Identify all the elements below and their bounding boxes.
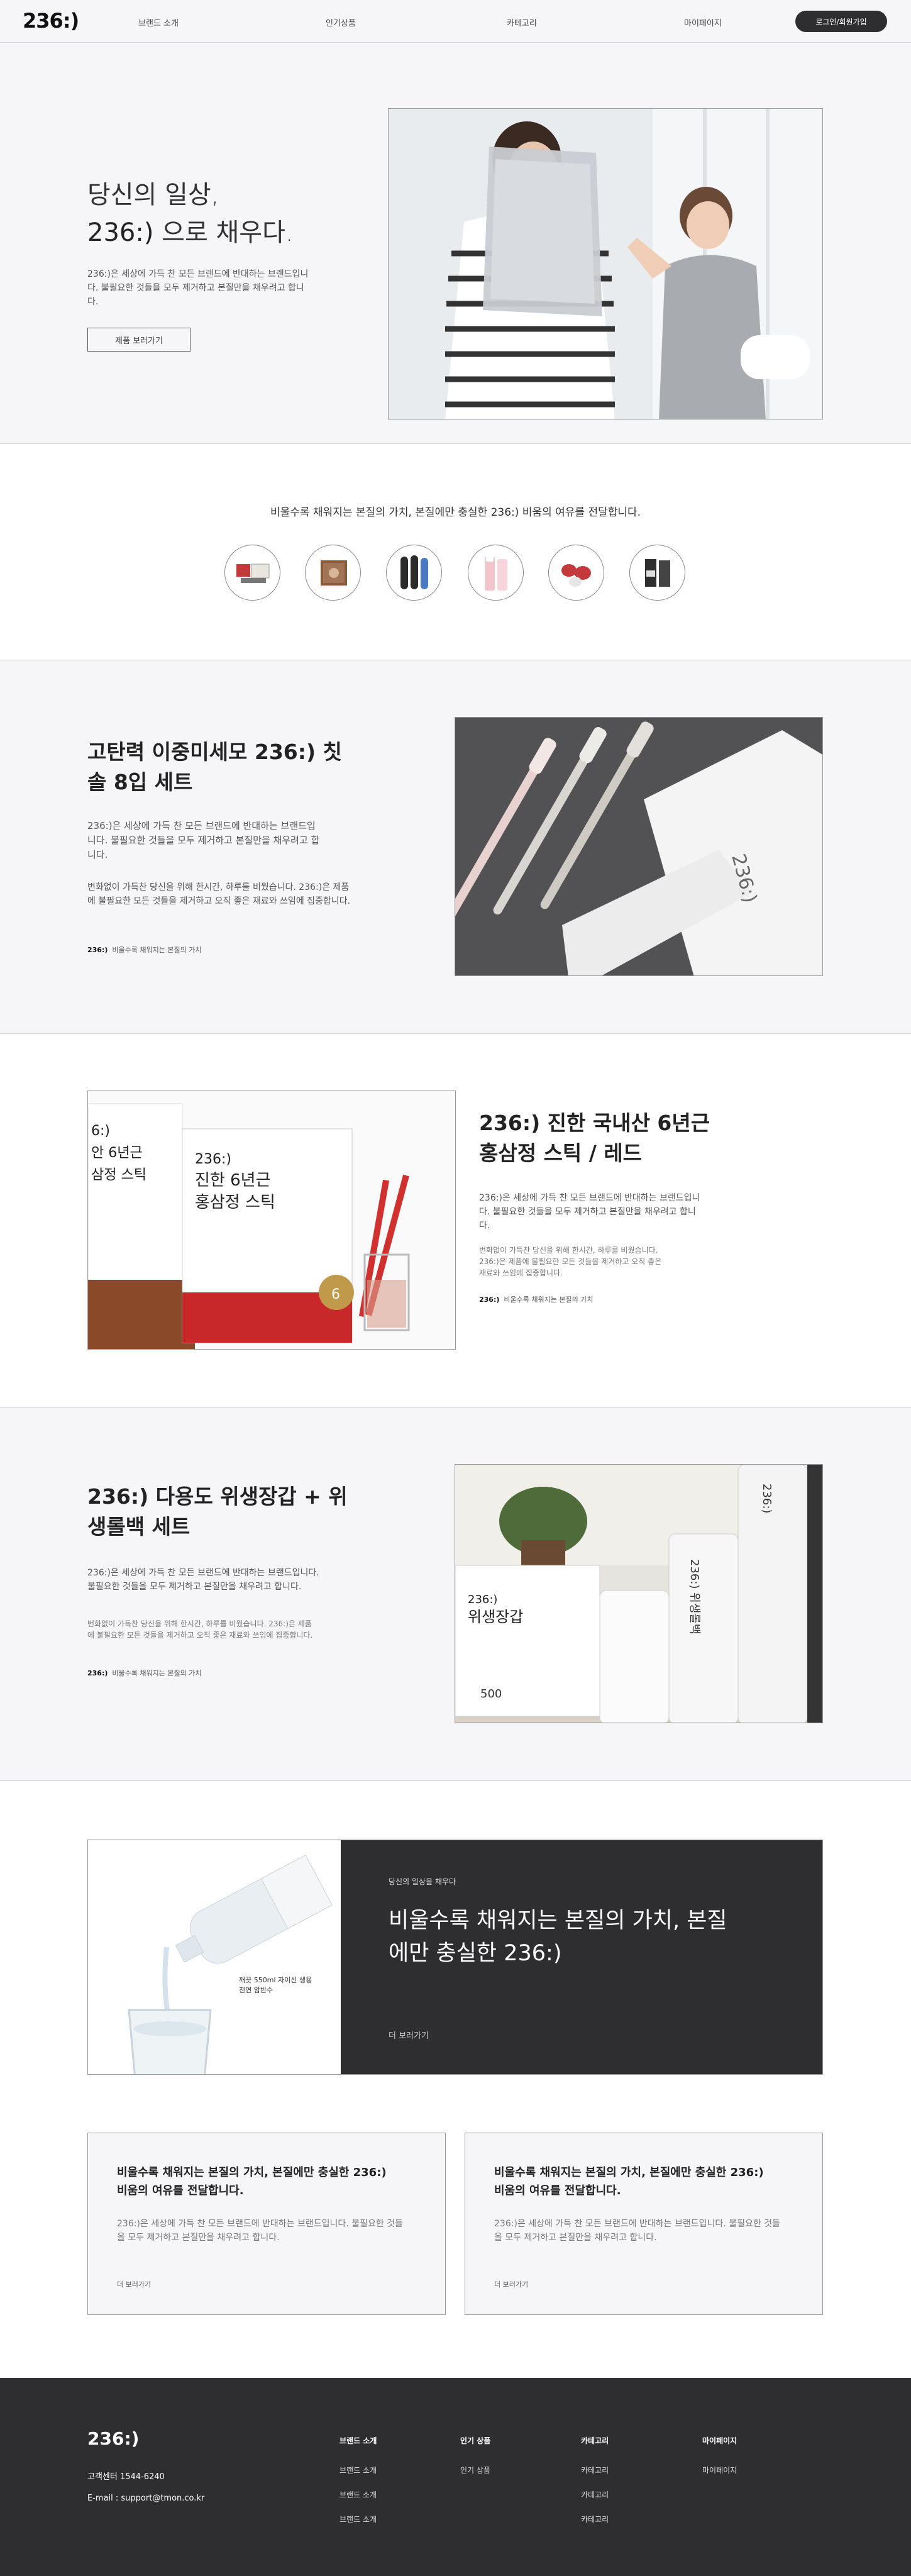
product-description-secondary: 번화없이 가득찬 당신을 위해 한시간, 하루를 비웠습니다. 236:)은 제… <box>479 1246 662 1277</box>
svg-text:진한 6년근: 진한 6년근 <box>195 1171 271 1190</box>
svg-text:236:): 236:) <box>195 1152 231 1167</box>
card-more-link[interactable]: 더 보러가기 <box>117 2279 151 2289</box>
svg-text:500: 500 <box>480 1687 502 1701</box>
category-item-gift-set[interactable] <box>224 545 280 601</box>
card-description: 236:)은 세상에 가득 찬 모든 브랜드에 반대하는 브랜드입니다. 불필요… <box>117 2219 403 2243</box>
svg-text:236:): 236:) <box>760 1484 773 1513</box>
product-section-toothbrush: 고탄력 이중미세모 236:) 칫솔 8입 세트 236:)은 세상에 가득 찬… <box>0 660 911 1034</box>
product-section-gloves: 236:) 다용도 위생장갑 + 위생롤백 세트 236:)은 세상에 가득 찬… <box>0 1407 911 1781</box>
hero-title-brand: 236:) <box>87 218 154 247</box>
info-card: 비울수록 채워지는 본질의 가치, 본질에만 충실한 236:) 비움의 여유를… <box>87 2133 446 2315</box>
svg-text:6:): 6:) <box>91 1123 110 1139</box>
banner-text-panel: 당신의 일상을 채우다 비울수록 채워지는 본질의 가치, 본질에만 충실한 2… <box>341 1840 822 2074</box>
tagline-text: 비울수록 채워지는 본질의 가치 <box>112 1669 202 1677</box>
product-tagline: 236:) 비울수록 채워지는 본질의 가치 <box>479 1294 593 1304</box>
card-description: 236:)은 세상에 가득 찬 모든 브랜드에 반대하는 브랜드입니다. 불필요… <box>494 2219 780 2243</box>
hero-title-line1: 당신의 일상, <box>87 180 219 209</box>
product-description-secondary: 번화없이 가득찬 당신을 위해 한시간, 하루를 비웠습니다. 236:)은 제… <box>87 1619 313 1640</box>
site-footer: 236:) 고객센터 1544-6240 E-mail : support@tm… <box>0 2378 911 2576</box>
info-card: 비울수록 채워지는 본질의 가치, 본질에만 충실한 236:) 비움의 여유를… <box>465 2133 823 2315</box>
footer-link[interactable]: 브랜드 소개 <box>340 2489 377 2514</box>
promo-section: 깨끗 550ml 자이신 생용 천연 암반수 당신의 일상을 채우다 비울수록 … <box>0 1781 911 2378</box>
product-image-red-ginseng[interactable]: 6:) 안 6년근 삼정 스틱 236:) 진한 6년근 홍삼정 스틱 6 <box>87 1091 456 1350</box>
category-intro-text: 비울수록 채워지는 본질의 가치, 본질에만 충실한 236:) 비움의 여유를… <box>270 506 641 519</box>
hero-title-rest: 으로 채우다. <box>153 218 294 247</box>
footer-column-heading: 인기 상품 <box>460 2436 491 2445</box>
category-item-tube[interactable] <box>468 545 524 601</box>
product-image-gloves[interactable]: 236:) 위생장갑 500 236:) 위생롤백 236:) <box>455 1464 823 1723</box>
category-item-bottles[interactable] <box>629 545 685 601</box>
tagline-text: 비울수록 채워지는 본질의 가치 <box>112 946 202 954</box>
footer-column-heading: 카테고리 <box>581 2436 609 2445</box>
tagline-brand: 236:) <box>87 946 108 954</box>
view-products-button[interactable]: 제품 보러가기 <box>87 328 190 352</box>
category-item-pads[interactable] <box>548 545 604 601</box>
category-item-box[interactable] <box>305 545 361 601</box>
product-description: 236:)은 세상에 가득 찬 모든 브랜드에 반대하는 브랜드입니다. 불필요… <box>87 1568 319 1592</box>
footer-link[interactable]: 마이페이지 <box>702 2465 737 2489</box>
category-item-gloves[interactable] <box>386 545 442 601</box>
product-description: 236:)은 세상에 가득 찬 모든 브랜드에 반대하는 브랜드입니다. 불필요… <box>479 1193 700 1231</box>
bottle-caption: 깨끗 550ml 자이신 생용 천연 암반수 <box>239 1976 312 1994</box>
svg-text:236:): 236:) <box>468 1593 497 1606</box>
footer-link[interactable]: 카테고리 <box>581 2465 609 2489</box>
promo-banner: 깨끗 550ml 자이신 생용 천연 암반수 당신의 일상을 채우다 비울수록 … <box>87 1840 823 2075</box>
footer-column-mypage: 마이페이지 마이페이지 <box>702 2435 737 2489</box>
card-title: 비울수록 채워지는 본질의 가치, 본질에만 충실한 236:) 비움의 여유를… <box>494 2166 764 2197</box>
hero-image <box>388 108 823 419</box>
product-tagline: 236:) 비울수록 채워지는 본질의 가치 <box>87 1668 201 1678</box>
footer-customer-center: 고객센터 1544-6240 <box>87 2472 165 2482</box>
footer-logo[interactable]: 236:) <box>87 2428 139 2449</box>
hero-title: 당신의 일상, 236:) 으로 채우다. <box>87 176 294 252</box>
tagline-brand: 236:) <box>87 1669 108 1677</box>
nav-category[interactable]: 카테고리 <box>507 16 537 28</box>
footer-column-heading: 마이페이지 <box>702 2436 737 2445</box>
svg-text:6: 6 <box>331 1287 340 1302</box>
svg-text:홍삼정 스틱: 홍삼정 스틱 <box>195 1193 275 1212</box>
hero-description: 236:)은 세상에 가득 찬 모든 브랜드에 반대하는 브랜드입니다. 불필요… <box>87 269 309 307</box>
product-tagline: 236:) 비울수록 채워지는 본질의 가치 <box>87 945 201 955</box>
footer-column-category: 카테고리 카테고리 카테고리 카테고리 <box>581 2435 609 2538</box>
site-header: 236:) 브랜드 소개 인기상품 카테고리 마이페이지 로그인/회원가입 <box>0 0 911 43</box>
product-image-toothbrush[interactable]: 236:) <box>455 717 823 976</box>
svg-text:안 6년근: 안 6년근 <box>91 1145 143 1161</box>
logo[interactable]: 236:) <box>23 9 79 33</box>
nav-mypage[interactable]: 마이페이지 <box>684 16 722 28</box>
footer-link[interactable]: 인기 상품 <box>460 2465 490 2489</box>
footer-link[interactable]: 브랜드 소개 <box>340 2465 377 2489</box>
banner-title: 비울수록 채워지는 본질의 가치, 본질에만 충실한 236:) <box>389 1908 727 1966</box>
product-title: 236:) 다용도 위생장갑 + 위생롤백 세트 <box>87 1484 348 1539</box>
tagline-text: 비울수록 채워지는 본질의 가치 <box>504 1296 594 1304</box>
footer-email: E-mail : support@tmon.co.kr <box>87 2494 205 2503</box>
banner-more-link[interactable]: 더 보러가기 <box>389 2029 429 2041</box>
footer-column-heading: 브랜드 소개 <box>340 2436 377 2445</box>
banner-image-water: 깨끗 550ml 자이신 생용 천연 암반수 <box>88 1840 341 2074</box>
footer-link[interactable]: 브랜드 소개 <box>340 2514 377 2538</box>
footer-link[interactable]: 카테고리 <box>581 2489 609 2514</box>
svg-text:삼정 스틱: 삼정 스틱 <box>91 1167 146 1183</box>
card-title: 비울수록 채워지는 본질의 가치, 본질에만 충실한 236:) 비움의 여유를… <box>117 2166 387 2197</box>
hero-section: 당신의 일상, 236:) 으로 채우다. 236:)은 세상에 가득 찬 모든… <box>0 43 911 444</box>
category-section: 비울수록 채워지는 본질의 가치, 본질에만 충실한 236:) 비움의 여유를… <box>0 444 911 660</box>
nav-brand[interactable]: 브랜드 소개 <box>138 16 179 28</box>
card-more-link[interactable]: 더 보러가기 <box>494 2279 528 2289</box>
tagline-brand: 236:) <box>479 1296 500 1304</box>
login-button[interactable]: 로그인/회원가입 <box>795 11 887 32</box>
footer-column-brand: 브랜드 소개 브랜드 소개 브랜드 소개 브랜드 소개 <box>340 2435 377 2538</box>
product-title: 236:) 진한 국내산 6년근 홍삼정 스틱 / 레드 <box>479 1111 710 1165</box>
banner-eyebrow: 당신의 일상을 채우다 <box>389 1877 456 1886</box>
product-title: 고탄력 이중미세모 236:) 칫솔 8입 세트 <box>87 740 342 794</box>
svg-text:위생장갑: 위생장갑 <box>468 1608 523 1626</box>
footer-column-popular: 인기 상품 인기 상품 <box>460 2435 490 2489</box>
footer-link[interactable]: 카테고리 <box>581 2514 609 2538</box>
product-section-red-ginseng: 6:) 안 6년근 삼정 스틱 236:) 진한 6년근 홍삼정 스틱 6 23… <box>0 1034 911 1407</box>
product-description-secondary: 번화없이 가득찬 당신을 위해 한시간, 하루를 비웠습니다. 236:)은 제… <box>87 882 351 906</box>
product-description: 236:)은 세상에 가득 찬 모든 브랜드에 반대하는 브랜드입니다. 불필요… <box>87 820 320 860</box>
nav-popular[interactable]: 인기상품 <box>326 16 356 28</box>
svg-text:236:) 위생롤백: 236:) 위생롤백 <box>688 1559 701 1634</box>
